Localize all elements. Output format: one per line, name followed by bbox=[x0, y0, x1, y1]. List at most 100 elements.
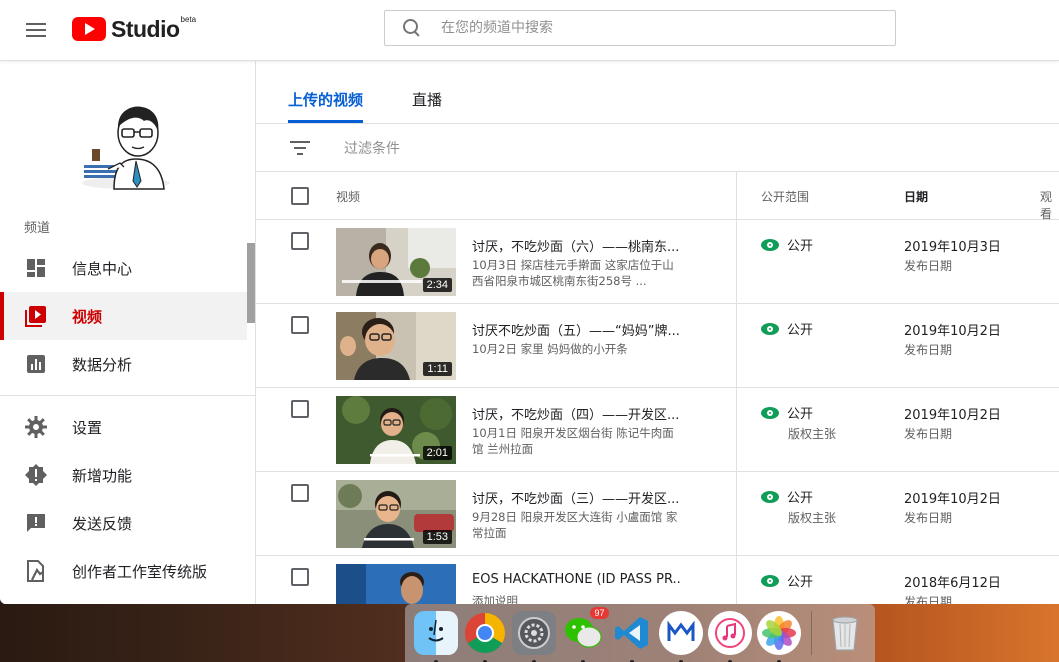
visibility-status[interactable]: 公开 bbox=[761, 235, 813, 254]
logo-text: Studio bbox=[111, 16, 180, 42]
search-icon[interactable] bbox=[401, 18, 421, 38]
filter-bar[interactable]: 过滤条件 bbox=[256, 124, 1059, 172]
eye-icon bbox=[761, 490, 779, 503]
sidebar-item-label: 新增功能 bbox=[72, 466, 133, 485]
studio-logo[interactable]: Studio beta bbox=[72, 15, 196, 43]
eye-icon bbox=[761, 406, 779, 419]
publish-date: 2019年10月2日 bbox=[904, 492, 1001, 507]
youtube-logo-icon bbox=[72, 17, 106, 41]
tab-uploads[interactable]: 上传的视频 bbox=[288, 89, 363, 110]
menu-icon[interactable] bbox=[24, 19, 48, 43]
search-input[interactable] bbox=[441, 20, 861, 36]
analytics-icon bbox=[25, 353, 47, 375]
video-title[interactable]: 讨厌，不吃炒面（六）——桃南东... bbox=[472, 236, 682, 255]
visibility-status[interactable]: 公开 bbox=[761, 403, 813, 422]
publish-date-label: 发布日期 bbox=[904, 511, 953, 525]
header-views[interactable]: 观看 bbox=[1040, 188, 1059, 222]
vscode-icon[interactable] bbox=[610, 611, 654, 662]
dashboard-icon bbox=[25, 257, 47, 279]
header-video: 视频 bbox=[336, 190, 361, 204]
notification-badge: 97 bbox=[590, 607, 609, 619]
visibility-label: 公开 bbox=[787, 491, 814, 506]
publish-date: 2019年10月2日 bbox=[904, 408, 1001, 423]
visibility-status[interactable]: 公开 bbox=[761, 571, 813, 590]
video-duration: 1:11 bbox=[423, 362, 452, 376]
eye-icon bbox=[761, 238, 779, 251]
sidebar: 频道 信息中心 视频 数据分析 设置 新增功能 发送反馈 创作者工作室传统版 bbox=[0, 61, 256, 604]
row-checkbox[interactable] bbox=[291, 568, 309, 586]
row-checkbox[interactable] bbox=[291, 316, 309, 334]
sidebar-item-videos[interactable]: 视频 bbox=[0, 292, 247, 340]
row-checkbox[interactable] bbox=[291, 400, 309, 418]
chrome-icon[interactable] bbox=[463, 611, 507, 662]
classic-studio-icon bbox=[25, 560, 47, 582]
video-duration: 2:34 bbox=[422, 278, 452, 292]
system-preferences-icon[interactable] bbox=[511, 611, 556, 662]
video-thumbnail[interactable] bbox=[336, 564, 456, 604]
video-thumbnail[interactable]: 1:11 bbox=[336, 312, 456, 380]
sidebar-item-label: 设置 bbox=[72, 418, 103, 437]
visibility-note: 版权主张 bbox=[788, 511, 837, 525]
logo-beta: beta bbox=[180, 15, 197, 24]
sidebar-item-classic-studio[interactable]: 创作者工作室传统版 bbox=[0, 547, 247, 595]
photos-icon[interactable] bbox=[756, 611, 801, 662]
music-icon[interactable] bbox=[707, 611, 752, 662]
row-checkbox[interactable] bbox=[291, 484, 309, 502]
row-checkbox[interactable] bbox=[291, 232, 309, 250]
sidebar-item-label: 数据分析 bbox=[72, 355, 133, 374]
table-row[interactable]: 2:34 讨厌，不吃炒面（六）——桃南东... 10月3日 探店桂元手擀面 这家… bbox=[256, 220, 1059, 304]
finder-icon[interactable] bbox=[413, 611, 458, 662]
video-thumbnail[interactable]: 2:01 bbox=[336, 396, 456, 464]
video-title[interactable]: 讨厌，不吃炒面（四）——开发区... bbox=[472, 404, 682, 423]
table-row[interactable]: EOS HACKATHONE (ID PASS PR... 添加说明 公开 20… bbox=[256, 556, 1059, 604]
video-description: 10月3日 探店桂元手擀面 这家店位于山西省阳泉市城区桃南东街258号 ... bbox=[472, 258, 674, 288]
video-description: 10月2日 家里 妈妈做的小开条 bbox=[472, 342, 628, 356]
studio-window: Studio beta 频道 bbox=[0, 0, 1059, 604]
publish-date: 2019年10月3日 bbox=[904, 240, 1001, 255]
publish-date: 2018年6月12日 bbox=[904, 576, 1001, 591]
sidebar-item-label: 发送反馈 bbox=[72, 514, 133, 533]
feedback-icon bbox=[25, 512, 47, 534]
publish-date: 2019年10月2日 bbox=[904, 324, 1001, 339]
filter-icon[interactable] bbox=[290, 141, 310, 155]
video-title[interactable]: EOS HACKATHONE (ID PASS PR... bbox=[472, 572, 682, 587]
sidebar-item-whats-new[interactable]: 新增功能 bbox=[0, 451, 247, 499]
wechat-icon[interactable]: 97 bbox=[561, 607, 609, 662]
visibility-status[interactable]: 公开 bbox=[761, 487, 813, 506]
sidebar-item-feedback[interactable]: 发送反馈 bbox=[0, 499, 247, 547]
table-row[interactable]: 1:53 讨厌，不吃炒面（三）——开发区... 9月28日 阳泉开发区大连街 小… bbox=[256, 472, 1059, 556]
visibility-label: 公开 bbox=[787, 407, 814, 422]
video-thumbnail[interactable]: 1:53 bbox=[336, 480, 456, 548]
sidebar-item-analytics[interactable]: 数据分析 bbox=[0, 340, 247, 388]
visibility-status[interactable]: 公开 bbox=[761, 319, 813, 338]
avatar[interactable] bbox=[78, 97, 174, 193]
video-icon bbox=[25, 305, 47, 327]
top-header: Studio beta bbox=[0, 0, 1059, 61]
sidebar-item-label: 视频 bbox=[72, 307, 103, 326]
eye-icon bbox=[761, 322, 779, 335]
search-box[interactable] bbox=[384, 10, 896, 46]
header-date[interactable]: 日期 bbox=[904, 188, 928, 205]
visibility-label: 公开 bbox=[787, 239, 814, 254]
meta-app-icon[interactable] bbox=[658, 611, 703, 662]
publish-date-label: 发布日期 bbox=[904, 343, 953, 357]
sidebar-scrollbar[interactable] bbox=[247, 243, 255, 323]
gear-icon bbox=[25, 416, 47, 438]
sidebar-item-settings[interactable]: 设置 bbox=[0, 403, 247, 451]
video-title[interactable]: 讨厌不吃炒面（五）——“妈妈”牌... bbox=[472, 320, 682, 339]
filter-placeholder[interactable]: 过滤条件 bbox=[344, 138, 400, 158]
sidebar-item-dashboard[interactable]: 信息中心 bbox=[0, 244, 247, 292]
trash-icon[interactable] bbox=[823, 611, 867, 655]
visibility-label: 公开 bbox=[787, 575, 814, 590]
table-row[interactable]: 1:11 讨厌不吃炒面（五）——“妈妈”牌... 10月2日 家里 妈妈做的小开… bbox=[256, 304, 1059, 388]
video-title[interactable]: 讨厌，不吃炒面（三）——开发区... bbox=[472, 488, 682, 507]
macos-dock: 97 bbox=[405, 604, 875, 662]
tab-live[interactable]: 直播 bbox=[412, 89, 442, 110]
publish-date-label: 发布日期 bbox=[904, 259, 953, 273]
eye-icon bbox=[761, 574, 779, 587]
publish-date-label: 发布日期 bbox=[904, 595, 953, 604]
select-all-checkbox[interactable] bbox=[291, 187, 309, 205]
sidebar-item-label: 创作者工作室传统版 bbox=[72, 562, 208, 581]
video-thumbnail[interactable]: 2:34 bbox=[336, 228, 456, 296]
table-row[interactable]: 2:01 讨厌，不吃炒面（四）——开发区... 10月1日 阳泉开发区烟台街 陈… bbox=[256, 388, 1059, 472]
